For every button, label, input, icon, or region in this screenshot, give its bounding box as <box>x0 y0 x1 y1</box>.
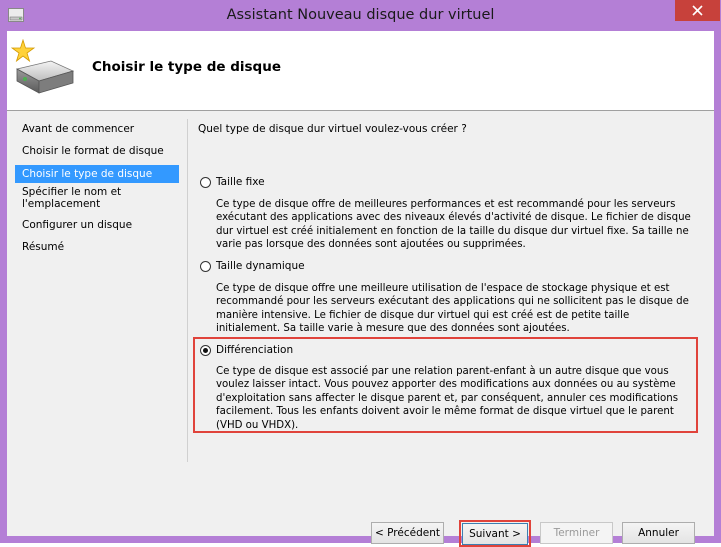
title-bar[interactable]: Assistant Nouveau disque dur virtuel <box>0 0 721 31</box>
cancel-button[interactable]: Annuler <box>622 522 695 544</box>
nav-step-choisir-type[interactable]: Choisir le type de disque <box>15 165 179 183</box>
window-title: Assistant Nouveau disque dur virtuel <box>226 7 495 23</box>
nav-step-avant-de-commencer[interactable]: Avant de commencer <box>15 123 179 135</box>
option-label[interactable]: Taille fixe <box>216 176 265 188</box>
client-area: Choisir le type de disque Avant de comme… <box>7 31 714 547</box>
option-label[interactable]: Différenciation <box>216 344 293 356</box>
page-title: Choisir le type de disque <box>92 59 281 75</box>
close-icon <box>692 5 703 16</box>
finish-button[interactable]: Terminer <box>540 522 613 544</box>
previous-button[interactable]: < Précédent <box>371 522 444 544</box>
radio-taille-dynamique[interactable] <box>200 261 211 272</box>
radio-differenciation[interactable] <box>200 345 211 356</box>
wizard-body: Avant de commencer Choisir le format de … <box>7 111 714 547</box>
vertical-divider <box>187 119 188 462</box>
disk-type-question: Quel type de disque dur virtuel voulez-v… <box>198 123 467 135</box>
radio-taille-fixe[interactable] <box>200 177 211 188</box>
option-description-taille-dynamique: Ce type de disque offre une meilleure ut… <box>216 283 689 335</box>
close-button[interactable] <box>675 0 720 21</box>
nav-step-specifier-nom[interactable]: Spécifier le nom et l'emplacement <box>15 186 125 210</box>
option-label[interactable]: Taille dynamique <box>216 260 305 272</box>
nav-step-configurer-disque[interactable]: Configurer un disque <box>15 219 179 231</box>
nav-step-resume[interactable]: Résumé <box>15 241 179 253</box>
wizard-header: Choisir le type de disque <box>7 31 714 110</box>
nav-step-choisir-format[interactable]: Choisir le format de disque <box>15 145 179 157</box>
option-description-differenciation: Ce type de disque est associé par une re… <box>216 366 679 431</box>
wizard-window: Assistant Nouveau disque dur virtuel Cho… <box>0 0 721 547</box>
next-button[interactable]: Suivant > <box>462 523 528 545</box>
option-description-taille-fixe: Ce type de disque offre de meilleures pe… <box>216 199 691 251</box>
hard-disk-new-icon <box>11 39 75 94</box>
